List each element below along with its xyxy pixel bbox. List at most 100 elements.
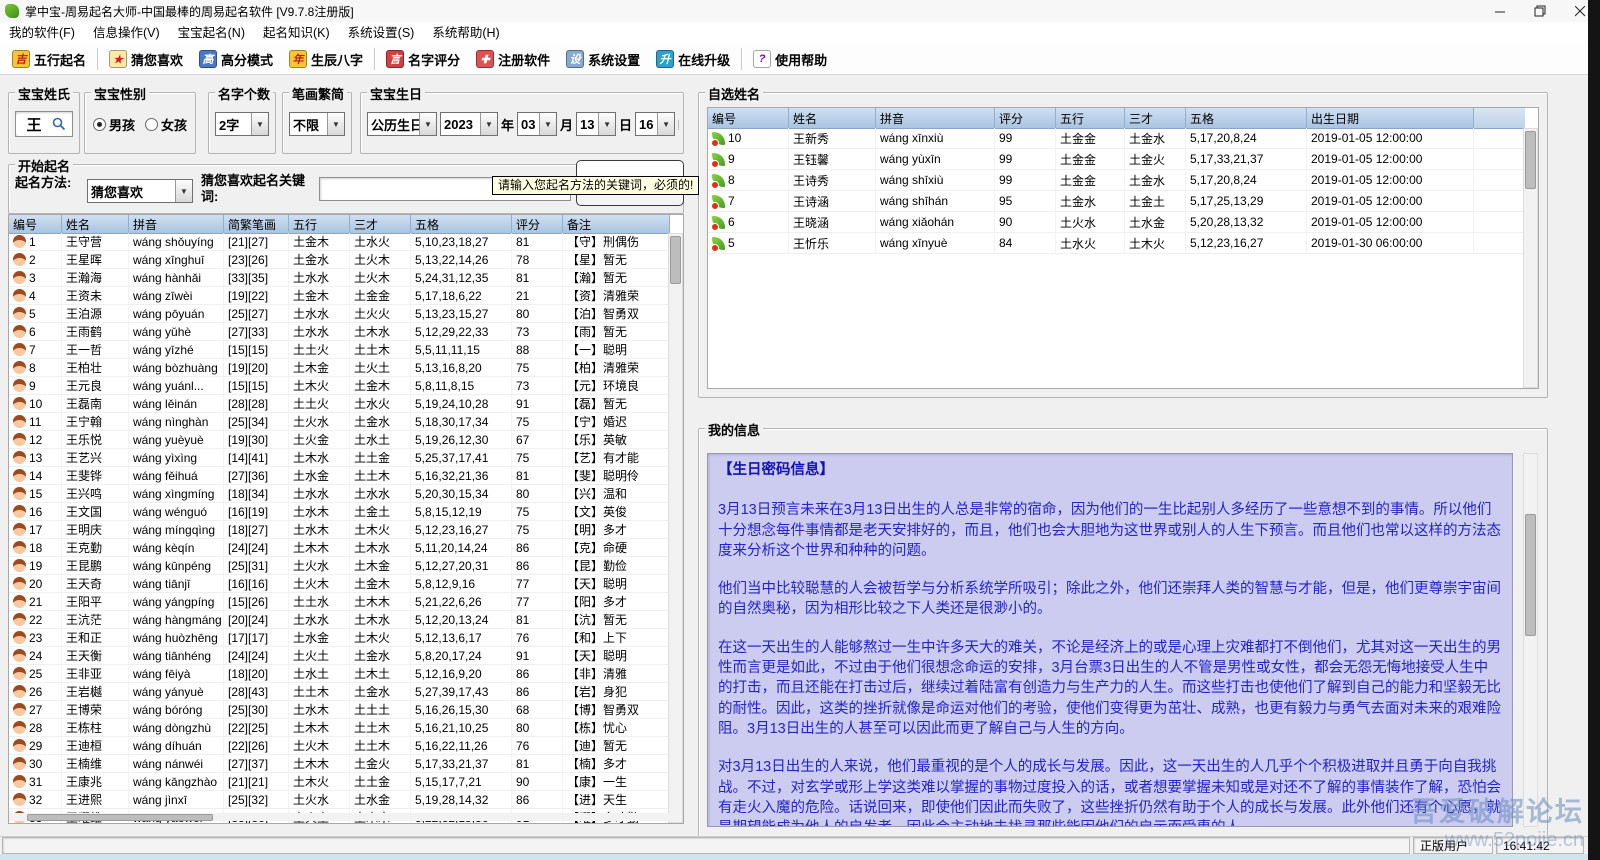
table-row[interactable]: 9 王钰馨 wáng yùxīn 99 土金金 土金火 5,17,33,21,3… bbox=[708, 149, 1525, 170]
column-header-number[interactable]: 编号 bbox=[9, 215, 62, 233]
wuge-cell: 5,12,13,6,17 bbox=[411, 629, 512, 646]
gender-radio-boy[interactable]: 男孩 bbox=[93, 115, 135, 134]
table-row[interactable]: 8 王柏壮 wáng bòzhuàng [19][20] 土木金 土火土 5,1… bbox=[9, 359, 670, 377]
table-row[interactable]: 28 王栋柱 wáng dòngzhù [22][25] 土木木 土土木 5,1… bbox=[9, 719, 670, 737]
column-header-strokes[interactable]: 简繁笔画 bbox=[224, 215, 289, 233]
table-row[interactable]: 24 王天衡 wáng tiānhéng [24][24] 土火土 土金水 5,… bbox=[9, 647, 670, 665]
table-row[interactable]: 7 王一哲 wáng yīzhé [15][15] 土土火 土土木 5,5,11… bbox=[9, 341, 670, 359]
column-header-wuge[interactable]: 五格 bbox=[411, 215, 512, 233]
boy-avatar-icon bbox=[13, 433, 26, 446]
search-icon[interactable] bbox=[52, 117, 66, 131]
column-header-score[interactable]: 评分 bbox=[512, 215, 563, 233]
column-header-score[interactable]: 评分 bbox=[995, 108, 1056, 128]
column-header-wuxing[interactable]: 五行 bbox=[1056, 108, 1125, 128]
column-header-remark[interactable]: 备注 bbox=[563, 215, 670, 233]
table-row[interactable]: 20 王天奇 wáng tiānjī [16][16] 土火木 土金木 5,8,… bbox=[9, 575, 670, 593]
table-row[interactable]: 15 王兴鸣 wáng xìngmíng [18][34] 土水水 土水水 5,… bbox=[9, 485, 670, 503]
table-row[interactable]: 10 王磊南 wáng lěinán [28][28] 土土火 土水火 5,19… bbox=[9, 395, 670, 413]
toolbar-bazi[interactable]: 年生辰八字 bbox=[281, 46, 371, 72]
stroke-select[interactable]: 不限 ▼ bbox=[289, 112, 345, 136]
table-row[interactable]: 5 王忻乐 wáng xīnyuè 84 土水火 土木火 5,12,23,16,… bbox=[708, 233, 1525, 254]
scrollbar-thumb[interactable] bbox=[27, 814, 213, 821]
table-row[interactable]: 4 王资未 wáng zīwèi [19][22] 土金木 土金金 5,17,1… bbox=[9, 287, 670, 305]
table-row[interactable]: 21 王阳平 wáng yángpíng [15][26] 土土水 土木木 5,… bbox=[9, 593, 670, 611]
table-row[interactable]: 9 王元良 wáng yuánl... [15][15] 土木火 土金木 5,8… bbox=[9, 377, 670, 395]
table-row[interactable]: 1 王守营 wáng shǒuyíng [21][27] 土金木 土水火 5,1… bbox=[9, 233, 670, 251]
table-row[interactable]: 30 王楠维 wáng nánwéi [27][37] 土木木 土金火 5,17… bbox=[9, 755, 670, 773]
year-select[interactable]: 2023▼ bbox=[440, 112, 498, 136]
toolbar-wuxing-naming[interactable]: 吉五行起名 bbox=[4, 46, 94, 72]
toolbar-settings[interactable]: 设系统设置 bbox=[558, 46, 648, 72]
column-header-wuxing[interactable]: 五行 bbox=[289, 215, 350, 233]
name-count-select[interactable]: 2字 ▼ bbox=[215, 112, 269, 136]
column-header-name[interactable]: 姓名 bbox=[62, 215, 129, 233]
toolbar-high-score-mode[interactable]: 高高分模式 bbox=[191, 46, 281, 72]
column-header-pinyin[interactable]: 拼音 bbox=[876, 108, 995, 128]
column-header-wuge[interactable]: 五格 bbox=[1186, 108, 1307, 128]
column-header-birthdate[interactable]: 出生日期 bbox=[1307, 108, 1474, 128]
table-row[interactable]: 25 王非亚 wáng fēiyà [18][20] 土水土 土木土 5,12,… bbox=[9, 665, 670, 683]
upgrade-globe-icon: 升 bbox=[656, 50, 674, 68]
restore-button[interactable] bbox=[1520, 0, 1560, 22]
table-row[interactable]: 10 王新秀 wáng xīnxiù 99 土金金 土金水 5,17,20,8,… bbox=[708, 128, 1525, 149]
table-row[interactable]: 16 王文国 wáng wénguó [16][19] 土水木 土金土 5,8,… bbox=[9, 503, 670, 521]
table-row[interactable]: 26 王岩樾 wáng yányuè [28][43] 土土木 土金水 5,27… bbox=[9, 683, 670, 701]
table-row[interactable]: 22 王沆茫 wáng hàngmáng [20][24] 土水水 土木水 5,… bbox=[9, 611, 670, 629]
table-row[interactable]: 31 王康兆 wáng kāngzhào [21][21] 土木火 土土金 5,… bbox=[9, 773, 670, 791]
hour-select[interactable]: 16▼ bbox=[635, 112, 675, 136]
table-row[interactable]: 29 王迪桓 wáng díhuán [22][26] 土火木 土土木 5,16… bbox=[9, 737, 670, 755]
toolbar-online-upgrade[interactable]: 升在线升级 bbox=[648, 46, 738, 72]
results-vertical-scrollbar[interactable] bbox=[668, 233, 683, 823]
window-title: 掌中宝-周易起名大师-中国最棒的周易起名软件 [V9.7.8注册版] bbox=[25, 3, 354, 20]
table-row[interactable]: 19 王昆鹏 wáng kūnpéng [25][31] 土火水 土木金 5,1… bbox=[9, 557, 670, 575]
menu-system-help[interactable]: 系统帮助(H) bbox=[423, 22, 508, 44]
toolbar-register[interactable]: ✚注册软件 bbox=[468, 46, 558, 72]
day-select[interactable]: 13▼ bbox=[576, 112, 616, 136]
info-text-area[interactable]: 【生日密码信息】 3月13日预言未来在3月13日出生的人总是非常的宿命，因为他们… bbox=[707, 453, 1513, 827]
table-row[interactable]: 5 王泊源 wáng pōyuán [25][27] 土水水 土火火 5,13,… bbox=[9, 305, 670, 323]
table-row[interactable]: 3 王瀚海 wáng hànhǎi [33][35] 土水水 土火木 5,24,… bbox=[9, 269, 670, 287]
score-cell: 80 bbox=[512, 719, 563, 736]
menu-naming-knowledge[interactable]: 起名知识(K) bbox=[254, 22, 339, 44]
month-select[interactable]: 03▼ bbox=[517, 112, 557, 136]
table-row[interactable]: 32 王进熙 wáng jìnxī [25][32] 土火水 土水金 5,19,… bbox=[9, 791, 670, 809]
table-row[interactable]: 6 王晓涵 wáng xiǎohán 90 土火水 土水金 5,20,28,13… bbox=[708, 212, 1525, 233]
menu-system-settings[interactable]: 系统设置(S) bbox=[339, 22, 424, 44]
table-row[interactable]: 12 王乐悦 wáng yuèyuè [19][30] 土火金 土水土 5,19… bbox=[9, 431, 670, 449]
table-row[interactable]: 14 王斐铧 wáng fěihuá [27][36] 土水金 土土木 5,16… bbox=[9, 467, 670, 485]
column-header-name[interactable]: 姓名 bbox=[789, 108, 876, 128]
minimize-button[interactable] bbox=[1480, 0, 1520, 22]
column-header-sancai[interactable]: 三才 bbox=[1125, 108, 1186, 128]
toolbar-help[interactable]: ?使用帮助 bbox=[745, 46, 835, 72]
table-row[interactable]: 6 王雨鹤 wáng yǔhè [27][33] 土水水 土木水 5,12,29… bbox=[9, 323, 670, 341]
scrollbar-thumb[interactable] bbox=[1525, 514, 1536, 636]
menu-my-software[interactable]: 我的软件(F) bbox=[0, 22, 84, 44]
column-header-pinyin[interactable]: 拼音 bbox=[129, 215, 224, 233]
toolbar-guess-you-like[interactable]: ★猜您喜欢 bbox=[101, 46, 191, 72]
surname-input[interactable] bbox=[16, 115, 52, 134]
selected-names-vertical-scrollbar[interactable] bbox=[1523, 128, 1538, 388]
table-row[interactable]: 2 王星晖 wáng xīnghuī [23][26] 土金水 土火木 5,13… bbox=[9, 251, 670, 269]
scrollbar-thumb[interactable] bbox=[1525, 131, 1536, 189]
table-row[interactable]: 17 王明庆 wáng míngqìng [18][27] 土水木 土木火 5,… bbox=[9, 521, 670, 539]
table-row[interactable]: 8 王诗秀 wáng shīxiù 99 土金金 土金水 5,17,20,8,2… bbox=[708, 170, 1525, 191]
table-row[interactable]: 23 王和正 wáng huòzhēng [17][17] 土水金 土木火 5,… bbox=[9, 629, 670, 647]
name-cell: 王天奇 bbox=[62, 575, 129, 592]
table-row[interactable]: 7 王诗涵 wáng shīhán 95 土金水 土金土 5,17,25,13,… bbox=[708, 191, 1525, 212]
calendar-type-select[interactable]: 公历生日▼ bbox=[367, 112, 437, 136]
table-row[interactable]: 13 王艺兴 wáng yìxìng [14][41] 土木水 土土金 5,25… bbox=[9, 449, 670, 467]
menu-baby-naming[interactable]: 宝宝起名(N) bbox=[169, 22, 254, 44]
toolbar-name-score[interactable]: 言名字评分 bbox=[378, 46, 468, 72]
gender-radio-girl[interactable]: 女孩 bbox=[145, 115, 187, 134]
table-row[interactable]: 18 王克勤 wáng kèqín [24][24] 土木木 土木水 5,11,… bbox=[9, 539, 670, 557]
table-row[interactable]: 27 王博荣 wáng bóróng [25][30] 土水木 土土土 5,16… bbox=[9, 701, 670, 719]
scrollbar-thumb[interactable] bbox=[670, 236, 681, 284]
results-horizontal-scrollbar[interactable] bbox=[9, 813, 670, 821]
menu-info-ops[interactable]: 信息操作(V) bbox=[84, 22, 169, 44]
table-row[interactable]: 11 王宁翰 wáng nìnghàn [25][34] 土火水 土金水 5,1… bbox=[9, 413, 670, 431]
column-header-number[interactable]: 编号 bbox=[708, 108, 789, 128]
naming-method-select[interactable]: 猜您喜欢 ▼ bbox=[87, 179, 193, 203]
score-cell: 67 bbox=[512, 431, 563, 448]
column-header-sancai[interactable]: 三才 bbox=[350, 215, 411, 233]
info-vertical-scrollbar[interactable] bbox=[1523, 453, 1538, 827]
